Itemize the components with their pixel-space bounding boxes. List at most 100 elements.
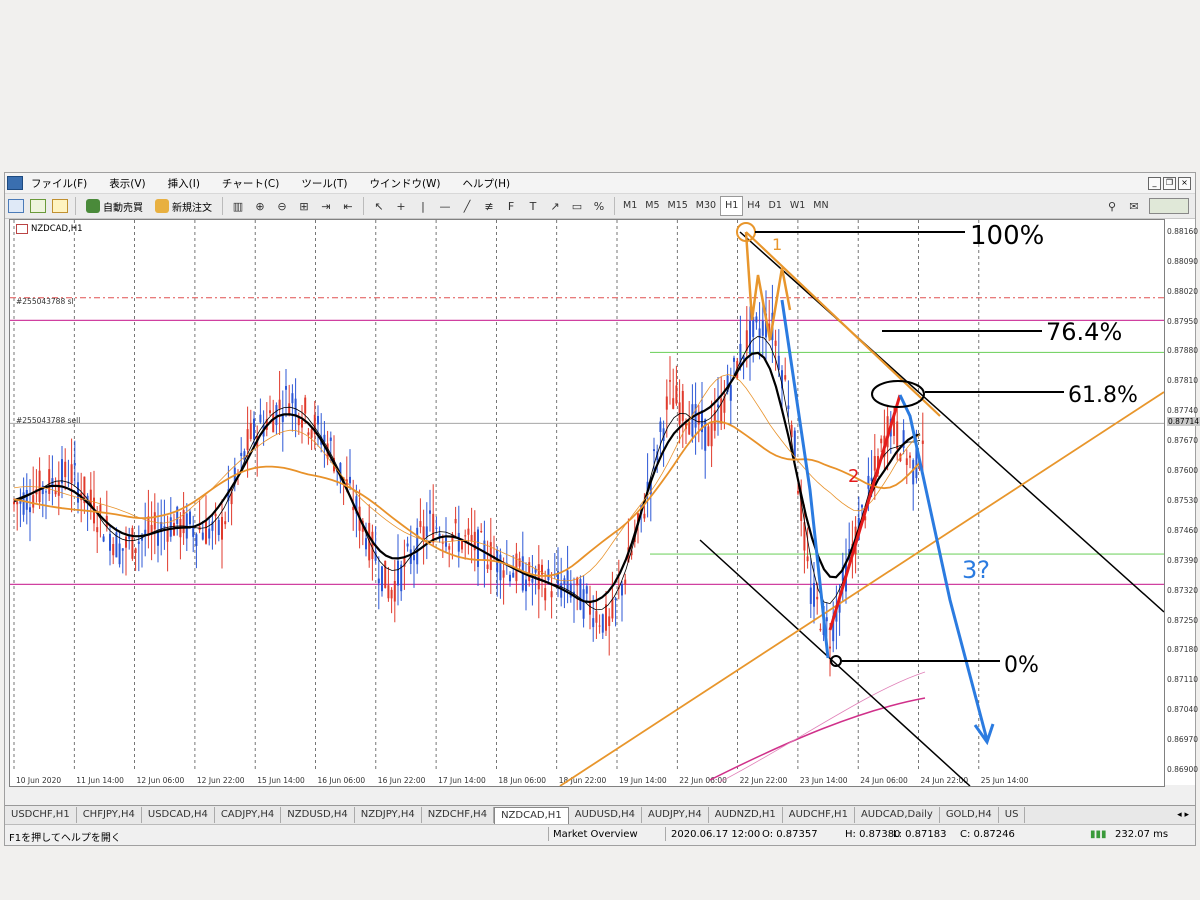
wave-1-label: 1: [772, 235, 782, 254]
toolbar: 自動売買 新規注文 ▥ ⊕ ⊖ ⊞ ⇥ ⇤ ↖ + | — ╱ ≢ F T ↗ …: [5, 193, 1195, 219]
tab-nzdusd-h4[interactable]: NZDUSD,H4: [281, 807, 355, 823]
menu-help[interactable]: ヘルプ(H): [463, 176, 511, 191]
menu-insert[interactable]: 挿入(I): [168, 176, 200, 191]
price-chart[interactable]: 10 Jun 2020 11 Jun 14:00 12 Jun 06:00 12 Ju…: [9, 219, 1165, 787]
candle-body: [464, 535, 467, 537]
crosshair-icon[interactable]: +: [392, 197, 410, 215]
price-tick-label: 0.88090: [1167, 256, 1199, 266]
blue-wave-drop: [780, 299, 830, 659]
tab-audnzd-h1[interactable]: AUDNZD,H1: [709, 807, 783, 823]
bar-chart-icon[interactable]: ▥: [229, 197, 247, 215]
candle-body: [29, 507, 31, 513]
tab-chfjpy-h4[interactable]: CHFJPY,H4: [77, 807, 142, 823]
chart-shift-icon[interactable]: ⇤: [339, 197, 357, 215]
timeframe-d1[interactable]: D1: [765, 197, 786, 215]
candle-body: [525, 579, 527, 592]
candle-body: [390, 589, 393, 599]
tab-gold-h4[interactable]: GOLD,H4: [940, 807, 999, 823]
market-watch-icon[interactable]: [51, 197, 69, 215]
status-close: C: 0.87246: [960, 829, 1015, 840]
candle-body: [896, 421, 899, 449]
arrow-label-icon[interactable]: ↗: [546, 197, 564, 215]
chat-icon[interactable]: ✉: [1125, 197, 1143, 215]
candle-body: [112, 544, 115, 556]
timeframe-w1[interactable]: W1: [786, 197, 809, 215]
profiles-icon[interactable]: [29, 197, 47, 215]
timeframe-m1[interactable]: M1: [619, 197, 641, 215]
vertical-line-icon[interactable]: |: [414, 197, 432, 215]
menu-charts[interactable]: チャート(C): [222, 176, 279, 191]
price-tick-label: 0.87530: [1167, 495, 1199, 505]
shapes-icon[interactable]: ▭: [568, 197, 586, 215]
timeframe-m15[interactable]: M15: [664, 197, 692, 215]
time-tick-label: 12 Jun 06:00: [137, 776, 185, 785]
candle-body: [291, 393, 294, 404]
menu-tools[interactable]: ツール(T): [301, 176, 347, 191]
menu-file[interactable]: ファイル(F): [31, 176, 87, 191]
horizontal-line-icon[interactable]: —: [436, 197, 454, 215]
minimize-icon[interactable]: _: [1148, 176, 1161, 190]
menu-view[interactable]: 表示(V): [109, 176, 145, 191]
candle-body: [48, 469, 51, 494]
tile-windows-icon[interactable]: ⊞: [295, 197, 313, 215]
tab-nzdchf-h4[interactable]: NZDCHF,H4: [422, 807, 495, 823]
time-tick-label: 19 Jun 14:00: [619, 776, 667, 785]
close-icon[interactable]: ×: [1178, 176, 1191, 190]
candle-body: [749, 320, 751, 354]
timeframe-h1[interactable]: H1: [720, 196, 744, 216]
price-tick-label: 0.87670: [1167, 436, 1199, 446]
auto-trade-button[interactable]: 自動売買: [86, 199, 143, 214]
candle-body: [589, 601, 591, 615]
indicators-icon[interactable]: %: [590, 197, 608, 215]
candle-body: [371, 531, 374, 560]
tab-audusd-h4[interactable]: AUDUSD,H4: [569, 807, 642, 823]
menu-window[interactable]: ウインドウ(W): [369, 176, 440, 191]
new-chart-icon[interactable]: [7, 197, 25, 215]
candle-body: [509, 574, 511, 582]
fibonacci-icon[interactable]: F: [502, 197, 520, 215]
cursor-icon[interactable]: ↖: [370, 197, 388, 215]
candle-body: [189, 511, 191, 525]
time-tick-label: 15 Jun 14:00: [257, 776, 305, 785]
tab-audjpy-h4[interactable]: AUDJPY,H4: [642, 807, 709, 823]
tab-audcad-daily[interactable]: AUDCAD,Daily: [855, 807, 940, 823]
timeframe-m5[interactable]: M5: [641, 197, 663, 215]
trendline-icon[interactable]: ╱: [458, 197, 476, 215]
tab-cadjpy-h4[interactable]: CADJPY,H4: [215, 807, 282, 823]
candle-body: [550, 591, 553, 598]
candle-body: [681, 390, 684, 421]
candle-body: [294, 398, 297, 417]
timeframe-h4[interactable]: H4: [743, 197, 764, 215]
candle-body: [109, 533, 111, 551]
zoom-in-icon[interactable]: ⊕: [251, 197, 269, 215]
search-icon[interactable]: ⚲: [1103, 197, 1121, 215]
chart-canvas: 10 Jun 2020 11 Jun 14:00 12 Jun 06:00 12 Ju…: [10, 220, 1164, 786]
tab-nzdcad-h1[interactable]: NZDCAD,H1: [494, 806, 569, 824]
search-input[interactable]: [1149, 198, 1189, 214]
candle-body: [707, 426, 710, 446]
tab-nzdjpy-h4[interactable]: NZDJPY,H4: [355, 807, 422, 823]
toolbar-separator: [75, 197, 76, 215]
candle-body: [774, 340, 777, 346]
timeframe-mn[interactable]: MN: [809, 197, 832, 215]
orange-resistance-trendline: [745, 231, 941, 417]
auto-scroll-icon[interactable]: ⇥: [317, 197, 335, 215]
candle-body: [147, 516, 150, 536]
candle-body: [432, 513, 435, 543]
tab-usdcad-h4[interactable]: USDCAD,H4: [142, 807, 215, 823]
restore-icon[interactable]: ❐: [1163, 176, 1176, 190]
tab-scroll-arrows[interactable]: ◂ ▸: [1177, 810, 1195, 820]
auto-trade-icon: [86, 199, 100, 213]
tab-audchf-h1[interactable]: AUDCHF,H1: [783, 807, 855, 823]
candle-body: [512, 572, 515, 578]
candle-body: [921, 440, 924, 444]
zoom-out-icon[interactable]: ⊖: [273, 197, 291, 215]
timeframe-m30[interactable]: M30: [692, 197, 720, 215]
text-icon[interactable]: T: [524, 197, 542, 215]
tab-usdchf-h1[interactable]: USDCHF,H1: [5, 807, 77, 823]
new-order-button[interactable]: 新規注文: [155, 199, 212, 214]
wave-3-label: 3?: [962, 556, 990, 584]
candle-body: [441, 542, 444, 544]
tab-us[interactable]: US: [999, 807, 1026, 823]
channel-icon[interactable]: ≢: [480, 197, 498, 215]
